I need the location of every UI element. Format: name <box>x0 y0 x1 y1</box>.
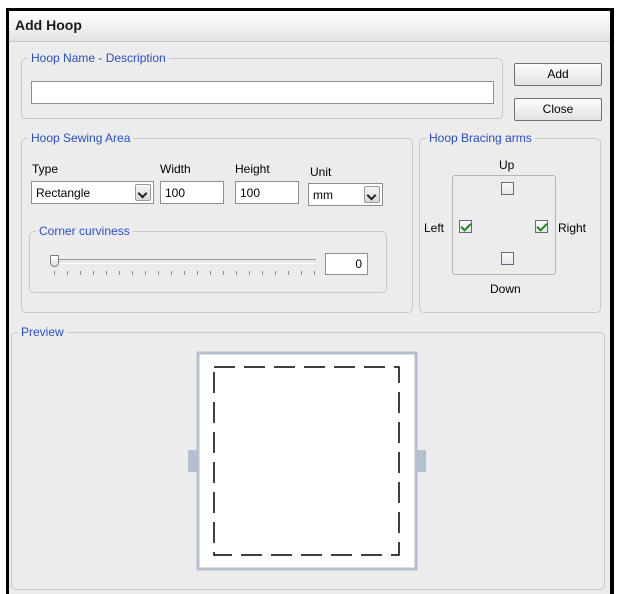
slider-tick <box>288 271 289 275</box>
height-label: Height <box>235 162 270 176</box>
unit-label: Unit <box>310 165 332 179</box>
left-checkbox[interactable] <box>459 220 472 233</box>
sewing-area-legend: Hoop Sewing Area <box>31 131 131 145</box>
left-label: Left <box>424 221 445 235</box>
unit-select-value: mm <box>313 188 333 202</box>
close-button[interactable]: Close <box>514 98 602 121</box>
slider-tick <box>184 271 185 275</box>
slider-tick <box>80 271 81 275</box>
up-label: Up <box>499 158 515 172</box>
slider-tick <box>210 271 211 275</box>
bracing-legend: Hoop Bracing arms <box>429 131 532 145</box>
up-checkbox[interactable] <box>501 182 514 195</box>
hoop-preview-canvas <box>188 351 426 571</box>
width-input[interactable] <box>160 181 224 204</box>
hoop-name-input[interactable] <box>31 81 494 104</box>
right-label: Right <box>558 221 587 235</box>
curviness-value-input[interactable] <box>325 253 368 275</box>
slider-tick <box>223 271 224 275</box>
hoop-name-legend: Hoop Name - Description <box>31 51 166 65</box>
type-select-value: Rectangle <box>36 186 91 200</box>
slider-tick <box>132 271 133 275</box>
slider-tick <box>236 271 237 275</box>
slider-tick <box>197 271 198 275</box>
slider-tick <box>275 271 276 275</box>
slider-tick <box>119 271 120 275</box>
slider-tick <box>171 271 172 275</box>
curviness-slider-thumb[interactable] <box>50 255 59 267</box>
window-title: Add Hoop <box>15 17 82 33</box>
curviness-legend: Corner curviness <box>39 224 130 238</box>
height-input[interactable] <box>235 181 299 204</box>
hoop-outer-frame <box>196 351 418 571</box>
chevron-down-icon[interactable] <box>135 184 151 201</box>
slider-tick <box>249 271 250 275</box>
slider-tick <box>93 271 94 275</box>
down-checkbox[interactable] <box>501 252 514 265</box>
left-bracing-arm <box>188 450 197 472</box>
right-bracing-arm <box>417 450 426 472</box>
add-button[interactable]: Add <box>514 63 602 86</box>
slider-tick <box>145 271 146 275</box>
slider-tick <box>54 271 55 275</box>
chevron-down-icon[interactable] <box>364 186 380 203</box>
down-label: Down <box>490 282 521 296</box>
title-bar[interactable]: Add Hoop <box>9 11 610 42</box>
slider-tick <box>262 271 263 275</box>
add-hoop-dialog: Add Hoop Hoop Name - Description Add Clo… <box>6 8 614 594</box>
slider-tick <box>301 271 302 275</box>
slider-tick <box>158 271 159 275</box>
width-label: Width <box>160 162 191 176</box>
slider-tick <box>67 271 68 275</box>
unit-select[interactable]: mm <box>308 183 383 206</box>
slider-tick <box>314 271 315 275</box>
curviness-slider-track[interactable] <box>54 259 316 264</box>
type-select[interactable]: Rectangle <box>31 181 154 204</box>
type-label: Type <box>32 162 59 176</box>
slider-tick <box>106 271 107 275</box>
right-checkbox[interactable] <box>535 220 548 233</box>
